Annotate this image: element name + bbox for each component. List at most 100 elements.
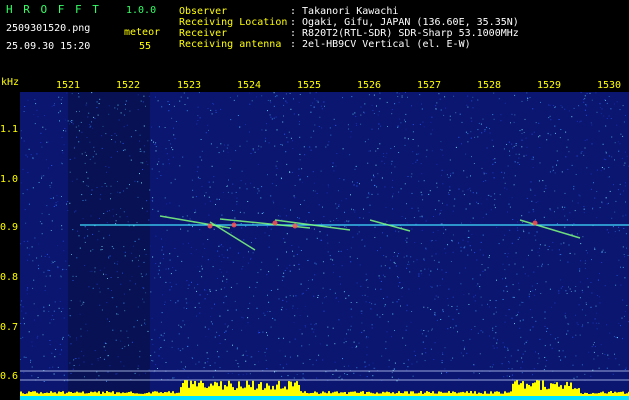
noise-speck — [208, 328, 210, 330]
noise-speck — [232, 329, 233, 330]
noise-speck — [76, 337, 77, 339]
noise-speck — [359, 183, 360, 185]
level-bar — [58, 391, 60, 396]
noise-speck — [45, 128, 47, 130]
noise-speck — [364, 141, 366, 143]
noise-speck — [566, 219, 568, 221]
level-bar — [216, 382, 218, 396]
noise-speck — [201, 185, 203, 187]
noise-speck — [207, 124, 209, 126]
noise-speck — [166, 229, 168, 231]
noise-speck — [399, 282, 401, 284]
noise-speck — [177, 348, 179, 350]
noise-speck — [439, 223, 441, 225]
noise-speck — [257, 192, 259, 194]
noise-speck — [137, 365, 139, 367]
noise-speck — [293, 255, 295, 257]
noise-speck — [39, 221, 41, 223]
noise-speck — [347, 124, 349, 126]
noise-speck — [430, 348, 432, 350]
noise-speck — [22, 193, 24, 195]
noise-speck — [327, 144, 329, 146]
noise-speck — [111, 246, 113, 248]
noise-speck — [187, 97, 189, 99]
level-bar — [480, 393, 482, 396]
noise-speck — [379, 143, 381, 145]
level-bar — [294, 382, 296, 396]
meteor-count: 55 — [139, 41, 152, 52]
noise-speck — [439, 98, 441, 100]
noise-speck — [250, 182, 252, 184]
level-bar — [114, 393, 116, 396]
noise-speck — [386, 101, 388, 103]
noise-speck — [147, 330, 149, 332]
level-bar — [132, 393, 134, 396]
noise-speck — [141, 324, 143, 326]
noise-speck — [616, 124, 618, 126]
noise-speck — [393, 255, 395, 257]
noise-speck — [293, 322, 295, 323]
noise-speck — [171, 340, 173, 342]
noise-speck — [602, 353, 604, 355]
noise-speck — [371, 128, 373, 130]
noise-speck — [142, 162, 144, 164]
noise-speck — [482, 234, 484, 236]
noise-speck — [192, 196, 194, 198]
noise-speck — [224, 331, 226, 333]
noise-speck — [545, 365, 547, 367]
noise-speck — [481, 264, 483, 265]
noise-speck — [350, 261, 352, 263]
noise-speck — [453, 95, 455, 97]
noise-speck — [398, 299, 400, 301]
noise-speck — [83, 237, 85, 239]
noise-speck — [89, 124, 91, 126]
noise-speck — [385, 206, 387, 208]
level-bar — [570, 382, 572, 396]
noise-speck — [407, 263, 409, 265]
level-bar — [398, 391, 400, 396]
noise-speck — [544, 345, 546, 347]
noise-speck — [285, 151, 287, 153]
noise-speck — [569, 212, 571, 214]
noise-speck — [504, 182, 506, 184]
noise-speck — [538, 122, 540, 124]
noise-speck — [180, 96, 182, 98]
noise-speck — [425, 352, 427, 354]
noise-speck — [376, 186, 378, 188]
noise-speck — [547, 264, 549, 266]
noise-speck — [378, 128, 379, 130]
noise-speck — [506, 144, 507, 145]
noise-speck — [128, 344, 129, 346]
noise-speck — [174, 138, 176, 140]
level-bar — [274, 389, 276, 396]
noise-speck — [623, 254, 625, 255]
noise-speck — [187, 345, 189, 347]
noise-speck — [549, 344, 551, 346]
noise-speck — [261, 129, 263, 131]
level-bar — [396, 393, 398, 396]
noise-speck — [215, 111, 217, 113]
noise-speck — [232, 210, 233, 211]
noise-speck — [286, 267, 288, 269]
noise-speck — [552, 166, 554, 168]
noise-speck — [170, 143, 172, 145]
level-bar — [118, 392, 120, 396]
noise-speck — [436, 319, 438, 321]
noise-speck — [479, 288, 481, 290]
noise-speck — [115, 373, 117, 375]
level-bar — [282, 388, 284, 396]
noise-speck — [509, 206, 511, 208]
noise-speck — [305, 289, 307, 291]
noise-speck — [161, 106, 163, 108]
noise-speck — [38, 182, 40, 183]
noise-speck — [286, 301, 288, 303]
noise-speck — [382, 274, 384, 276]
level-bar — [46, 392, 48, 396]
noise-speck — [413, 350, 415, 352]
noise-speck — [270, 195, 272, 197]
noise-speck — [134, 372, 136, 374]
noise-speck — [515, 144, 517, 146]
noise-speck — [406, 255, 408, 257]
noise-speck — [79, 300, 81, 302]
noise-speck — [86, 102, 88, 104]
